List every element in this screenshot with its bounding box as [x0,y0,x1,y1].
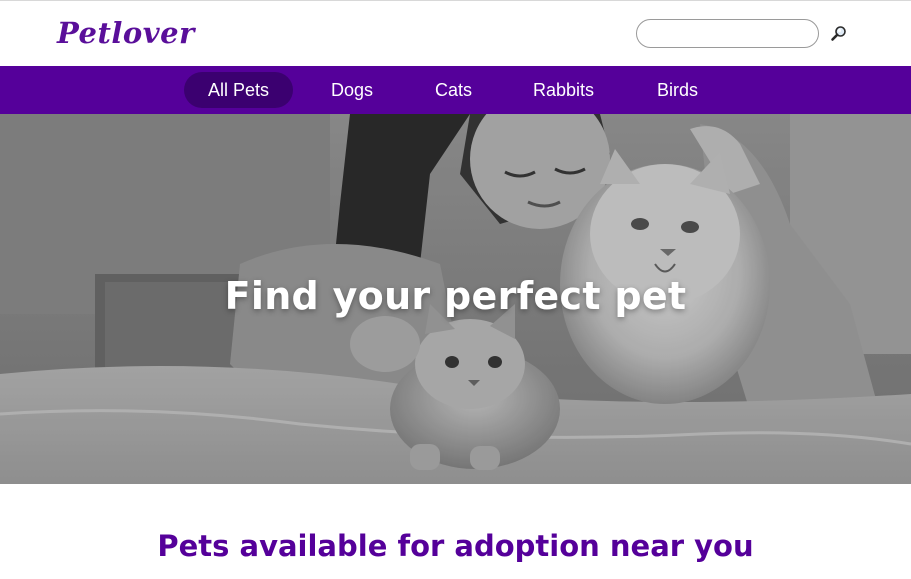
nav-item-birds[interactable]: Birds [633,72,722,108]
main-nav: All Pets Dogs Cats Rabbits Birds [0,66,911,114]
search-input[interactable] [636,19,819,48]
site-header: Petlover [0,0,911,66]
page: Petlover All Pets Dogs Cats Rabbits Bird… [0,0,911,579]
hero-title: Find your perfect pet [224,274,687,318]
hero-banner: Find your perfect pet [0,114,911,484]
nav-item-cats[interactable]: Cats [411,72,496,108]
nav-item-dogs[interactable]: Dogs [307,72,397,108]
section-title: Pets available for adoption near you [157,529,754,563]
nav-item-all-pets[interactable]: All Pets [184,72,294,108]
magnifier-icon [831,26,846,41]
nav-item-rabbits[interactable]: Rabbits [509,72,618,108]
search-button[interactable] [829,24,849,44]
site-logo[interactable]: Petlover [57,15,195,51]
